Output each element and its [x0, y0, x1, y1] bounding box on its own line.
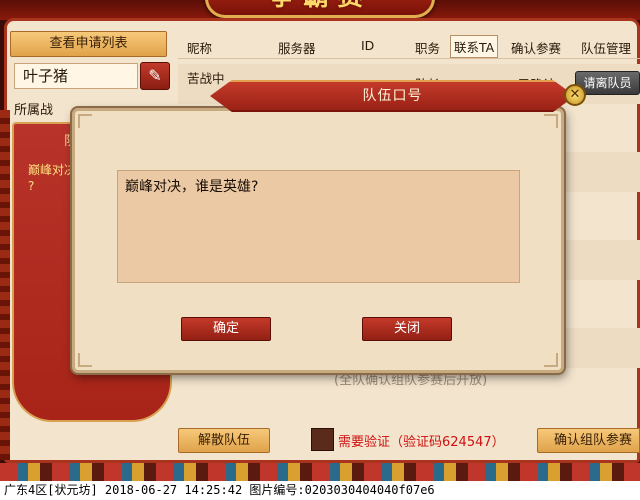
- slogan-textarea[interactable]: 巅峰对决，谁是英雄?: [117, 170, 520, 283]
- view-applications-button[interactable]: 查看申请列表: [10, 31, 167, 57]
- column-manage: 队伍管理: [581, 41, 632, 56]
- dialog-title-bar: 队伍口号: [210, 80, 575, 112]
- bottom-decoration: [0, 463, 640, 481]
- dialog-corner: [544, 114, 558, 128]
- dialog-corner: [78, 353, 92, 367]
- column-contact[interactable]: 联系TA: [450, 35, 499, 58]
- verify-label: 需要验证（验证码624547）: [338, 435, 505, 450]
- screenshot-info-bar: 广东4区[状元坊] 2018-06-27 14:25:42 图片编号:02030…: [0, 481, 640, 500]
- verify-checkbox[interactable]: [311, 428, 334, 451]
- disband-team-button[interactable]: 解散队伍: [178, 428, 270, 453]
- game-title-plaque: 争霸赛: [205, 0, 435, 18]
- column-role: 职务: [415, 41, 441, 56]
- dialog-corner: [78, 114, 92, 128]
- column-confirm: 确认参赛: [511, 41, 562, 56]
- close-x-icon[interactable]: ✕: [564, 84, 586, 106]
- confirm-button[interactable]: 确定: [181, 317, 271, 341]
- pencil-icon: ✎: [148, 66, 162, 85]
- column-id: ID: [361, 38, 375, 53]
- player-name-field[interactable]: 叶子猪: [14, 63, 138, 89]
- edit-name-button[interactable]: ✎: [140, 62, 170, 90]
- close-button[interactable]: 关闭: [362, 317, 452, 341]
- member-name: 苦战中: [187, 71, 225, 86]
- member-table-header: 昵称 服务器 ID 职务 联系TA 确认参赛 队伍管理: [178, 33, 640, 59]
- section-label: 所属战: [14, 103, 54, 118]
- dialog-corner: [544, 353, 558, 367]
- column-nickname: 昵称: [187, 41, 213, 56]
- dialog-title: 队伍口号: [362, 88, 423, 104]
- game-title: 争霸赛: [208, 0, 432, 13]
- left-border-decoration: [0, 110, 10, 460]
- confirm-team-button[interactable]: 确认组队参赛: [537, 428, 640, 453]
- column-server: 服务器: [278, 41, 316, 56]
